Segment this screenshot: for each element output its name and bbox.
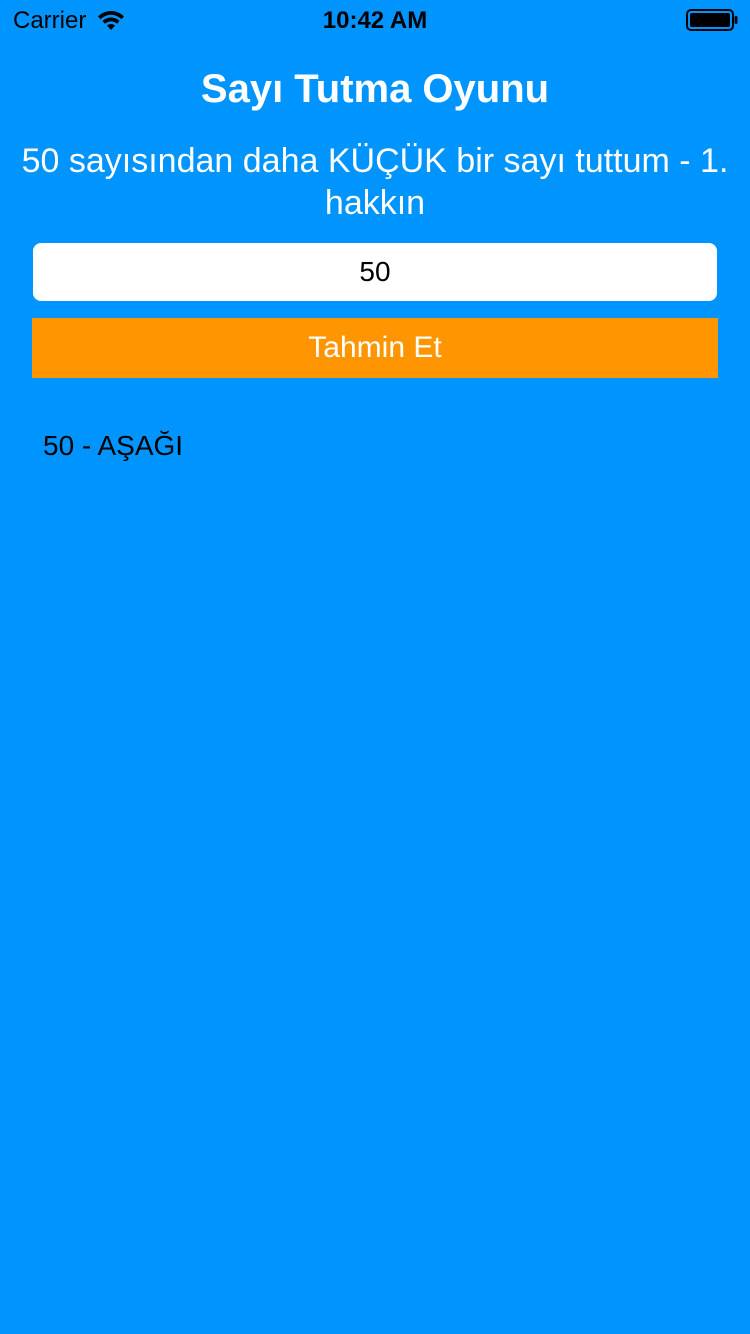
battery-icon [686, 9, 738, 31]
hint-message: 50 sayısından daha KÜÇÜK bir sayı tuttum… [21, 142, 729, 222]
guess-history-list: 50 - AŞAĞI [43, 428, 717, 464]
page-title: Sayı Tutma Oyunu [200, 67, 550, 111]
guess-button[interactable]: Tahmin Et [32, 318, 718, 378]
guess-input[interactable] [33, 243, 717, 301]
status-bar: Carrier 10:42 AM [0, 0, 750, 40]
list-item: 50 - AŞAĞI [43, 430, 184, 461]
status-time: 10:42 AM [322, 7, 428, 34]
